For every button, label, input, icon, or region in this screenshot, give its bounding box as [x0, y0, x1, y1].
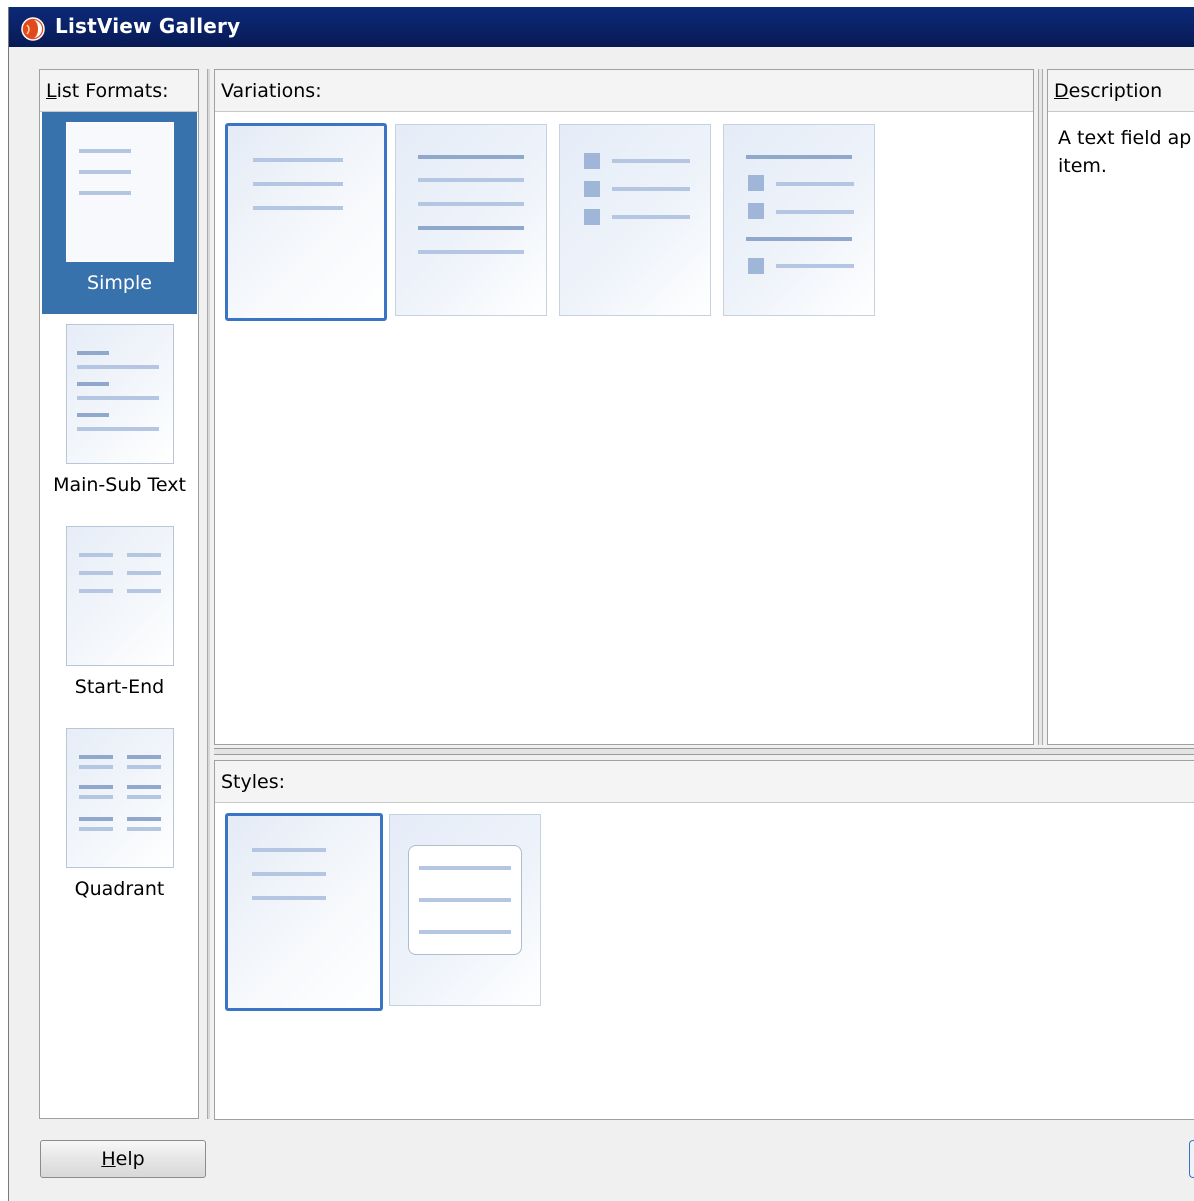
line	[612, 159, 690, 163]
card-frame	[408, 845, 522, 955]
format-main-sub-text[interactable]: Main-Sub Text	[42, 314, 197, 516]
format-quadrant[interactable]: Quadrant	[42, 718, 197, 920]
line	[79, 755, 113, 759]
line	[127, 571, 161, 575]
list-formats-panel: List Formats: Simple Main-Sub Text Start…	[39, 69, 199, 1119]
help-mnemonic: H	[101, 1148, 116, 1170]
line	[79, 571, 113, 575]
help-button[interactable]: Help	[40, 1140, 206, 1178]
format-quadrant-label: Quadrant	[74, 878, 165, 900]
variations-header: Variations:	[215, 70, 1033, 112]
styles-header: Styles:	[215, 761, 1194, 803]
line	[77, 382, 109, 386]
list-formats-mnemonic: L	[46, 80, 57, 102]
line	[419, 898, 511, 902]
image-placeholder-icon	[584, 181, 600, 197]
line	[127, 827, 161, 831]
line	[418, 178, 524, 182]
app-logo-icon	[21, 17, 45, 41]
line	[612, 187, 690, 191]
help-label: elp	[115, 1148, 145, 1170]
image-placeholder-icon	[584, 209, 600, 225]
styles-panel: Styles:	[214, 760, 1194, 1120]
style-thumbnail-1[interactable]	[225, 813, 383, 1011]
clipped-button[interactable]	[1189, 1140, 1194, 1178]
line	[77, 396, 159, 400]
format-main-sub-text-thumbnail	[66, 324, 174, 464]
variation-thumbnail-1[interactable]	[225, 123, 387, 321]
style-thumbnail-2[interactable]	[389, 814, 541, 1006]
line	[127, 755, 161, 759]
line	[77, 427, 159, 431]
line	[253, 182, 343, 186]
line	[746, 155, 852, 159]
line	[418, 155, 524, 159]
variation-thumbnail-2[interactable]	[395, 124, 547, 316]
title-bar[interactable]: ListView Gallery	[9, 7, 1194, 47]
dialog-window: ListView Gallery List Formats: Simple Ma…	[8, 7, 1194, 1201]
image-placeholder-icon	[748, 175, 764, 191]
image-placeholder-icon	[584, 153, 600, 169]
line	[253, 158, 343, 162]
description-header: Description	[1048, 70, 1194, 112]
horizontal-splitter[interactable]	[214, 748, 1194, 755]
format-quadrant-thumbnail	[66, 728, 174, 868]
line	[252, 872, 326, 876]
description-splitter[interactable]	[1038, 69, 1043, 745]
line	[79, 170, 131, 174]
line	[77, 413, 109, 417]
line	[418, 250, 524, 254]
vertical-splitter[interactable]	[207, 69, 210, 1119]
description-text: A text field ap item.	[1058, 127, 1192, 177]
line	[79, 589, 113, 593]
image-placeholder-icon	[748, 203, 764, 219]
line	[77, 365, 159, 369]
image-placeholder-icon	[748, 258, 764, 274]
line	[252, 848, 326, 852]
format-start-end-label: Start-End	[74, 676, 165, 698]
line	[79, 785, 113, 789]
line	[127, 589, 161, 593]
variation-thumbnail-4[interactable]	[723, 124, 875, 316]
format-main-sub-text-label: Main-Sub Text	[53, 474, 186, 496]
line	[776, 210, 854, 214]
format-start-end[interactable]: Start-End	[42, 516, 197, 718]
line	[127, 765, 161, 769]
format-simple-thumbnail	[66, 122, 174, 262]
line	[127, 817, 161, 821]
line	[418, 226, 524, 230]
line	[79, 191, 131, 195]
description-panel: Description A text field ap item.	[1047, 69, 1194, 745]
line	[419, 930, 511, 934]
list-formats-header-text: ist Formats:	[56, 80, 169, 102]
format-simple-label: Simple	[87, 272, 152, 294]
variations-panel: Variations:	[214, 69, 1034, 745]
line	[252, 896, 326, 900]
line	[776, 182, 854, 186]
line	[79, 827, 113, 831]
list-formats-header: List Formats:	[40, 70, 198, 112]
format-simple[interactable]: Simple	[42, 112, 197, 314]
line	[79, 765, 113, 769]
line	[776, 264, 854, 268]
line	[746, 237, 852, 241]
line	[79, 149, 131, 153]
line	[79, 817, 113, 821]
window-title: ListView Gallery	[55, 14, 241, 38]
variation-thumbnail-3[interactable]	[559, 124, 711, 316]
line	[418, 202, 524, 206]
line	[77, 351, 109, 355]
format-start-end-thumbnail	[66, 526, 174, 666]
line	[127, 785, 161, 789]
line	[612, 215, 690, 219]
line	[127, 553, 161, 557]
description-header-text: escription	[1068, 80, 1163, 102]
line	[127, 795, 161, 799]
description-mnemonic: D	[1054, 80, 1069, 102]
line	[79, 795, 113, 799]
line	[253, 206, 343, 210]
line	[419, 866, 511, 870]
line	[79, 553, 113, 557]
